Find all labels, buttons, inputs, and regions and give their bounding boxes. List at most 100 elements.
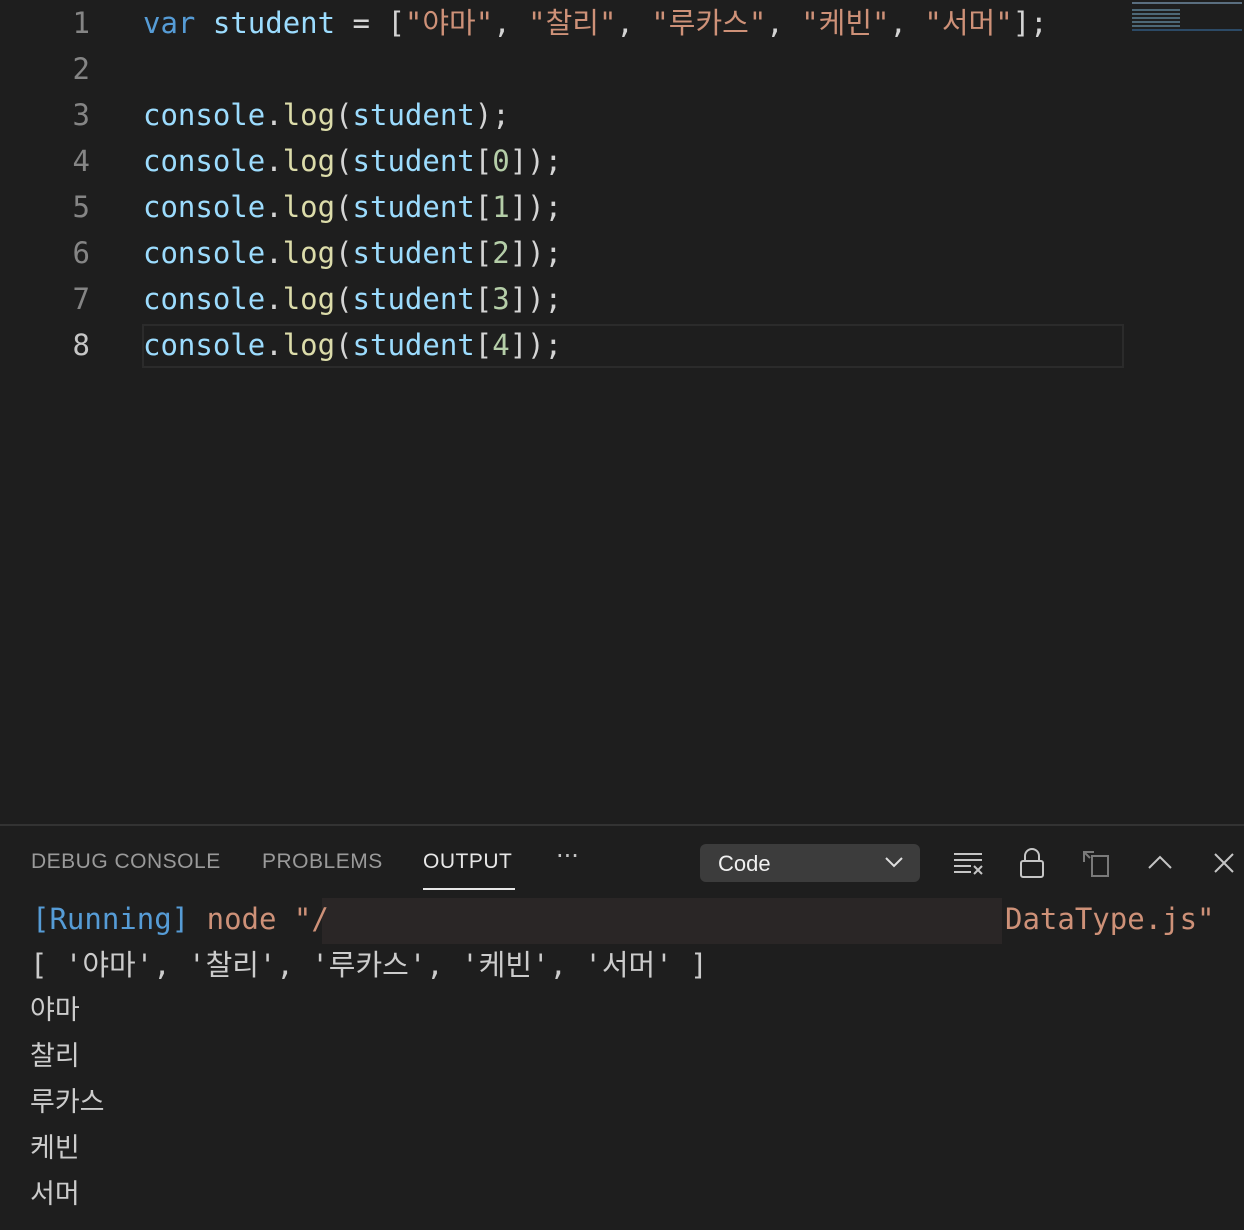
chevron-down-icon bbox=[885, 857, 903, 868]
line-number: 3 bbox=[72, 98, 90, 132]
code-token: student bbox=[352, 328, 475, 362]
code-token: console bbox=[143, 190, 266, 224]
code-editor[interactable]: 1 var student = ["야마", "찰리", "루카스", "케빈",… bbox=[0, 0, 1244, 824]
command-file: DataType.js" bbox=[1005, 902, 1215, 936]
code-token: "서머" bbox=[924, 6, 1013, 40]
code-token: console bbox=[143, 282, 266, 316]
code-token: . bbox=[265, 236, 283, 270]
code-token: 3 bbox=[492, 282, 510, 316]
clear-output-icon[interactable] bbox=[951, 846, 985, 880]
code-text[interactable]: console.log(student[4]); bbox=[143, 322, 562, 368]
output-item: 케빈 bbox=[30, 1133, 80, 1164]
code-token: 4 bbox=[492, 328, 510, 362]
code-text[interactable]: console.log(student[2]); bbox=[143, 230, 562, 276]
code-line[interactable]: 3 console.log(student); bbox=[0, 92, 1130, 138]
code-token: "찰리" bbox=[528, 6, 617, 40]
code-token: console bbox=[143, 328, 266, 362]
minimap-line bbox=[1132, 13, 1180, 15]
code-token: console bbox=[143, 236, 266, 270]
code-token: var bbox=[143, 6, 196, 40]
redacted-path bbox=[322, 898, 1002, 944]
minimap-line bbox=[1132, 21, 1180, 23]
open-in-editor-icon[interactable] bbox=[1080, 846, 1114, 880]
code-token: log bbox=[282, 236, 336, 270]
line-number: 4 bbox=[72, 144, 90, 178]
code-line[interactable]: 6 console.log(student[2]); bbox=[0, 230, 1130, 276]
output-item: 서머 bbox=[30, 1179, 80, 1210]
running-label: [Running] bbox=[32, 902, 190, 936]
code-line[interactable]: 2 bbox=[0, 46, 1130, 92]
tab-problems[interactable]: PROBLEMS bbox=[262, 850, 383, 874]
code-token: ( bbox=[335, 328, 353, 362]
code-token: , bbox=[493, 6, 529, 40]
code-token: ( bbox=[335, 144, 353, 178]
code-line[interactable]: 1 var student = ["야마", "찰리", "루카스", "케빈",… bbox=[0, 0, 1130, 46]
close-panel-icon[interactable] bbox=[1207, 846, 1241, 880]
code-token: [ bbox=[474, 236, 493, 270]
bottom-panel: DEBUG CONSOLE PROBLEMS OUTPUT ··· Code [… bbox=[0, 824, 1244, 1230]
panel-tabs: DEBUG CONSOLE PROBLEMS OUTPUT ··· Code bbox=[0, 826, 1244, 896]
code-token: log bbox=[282, 190, 336, 224]
code-token: , bbox=[889, 6, 925, 40]
line-number: 8 bbox=[72, 328, 90, 362]
code-token: ]); bbox=[509, 236, 563, 270]
line-number: 2 bbox=[72, 52, 90, 86]
code-token: . bbox=[265, 98, 283, 132]
line-number: 7 bbox=[72, 282, 90, 316]
code-text[interactable]: var student = ["야마", "찰리", "루카스", "케빈", … bbox=[143, 0, 1048, 46]
code-line[interactable]: 5 console.log(student[1]); bbox=[0, 184, 1130, 230]
output-item: 루카스 bbox=[30, 1087, 105, 1118]
lock-scroll-icon[interactable] bbox=[1015, 846, 1049, 880]
more-actions-icon[interactable]: ··· bbox=[556, 842, 579, 870]
active-tab-indicator bbox=[423, 888, 515, 890]
code-token: . bbox=[265, 282, 283, 316]
code-token: "루카스" bbox=[651, 6, 767, 40]
code-token: student bbox=[212, 6, 336, 40]
code-text[interactable]: console.log(student); bbox=[143, 92, 510, 138]
code-token: , bbox=[616, 6, 652, 40]
code-token: [ bbox=[474, 282, 493, 316]
code-text[interactable]: console.log(student[3]); bbox=[143, 276, 562, 322]
code-token: log bbox=[282, 144, 336, 178]
code-token: 2 bbox=[492, 236, 510, 270]
code-token: [ bbox=[474, 144, 493, 178]
code-token: student bbox=[352, 190, 475, 224]
code-token: log bbox=[282, 282, 336, 316]
output-item: 찰리 bbox=[30, 1041, 80, 1072]
tab-output[interactable]: OUTPUT bbox=[423, 850, 512, 874]
tab-debug-console[interactable]: DEBUG CONSOLE bbox=[31, 850, 221, 874]
code-token: ( bbox=[335, 282, 353, 316]
code-token: ]); bbox=[509, 190, 563, 224]
code-token: student bbox=[352, 236, 475, 270]
code-token: student bbox=[352, 144, 475, 178]
code-token: "케빈" bbox=[801, 6, 890, 40]
code-token: ( bbox=[335, 98, 353, 132]
code-text[interactable]: console.log(student[0]); bbox=[143, 138, 562, 184]
minimap-line bbox=[1132, 17, 1180, 19]
code-token: console bbox=[143, 144, 266, 178]
code-token: student bbox=[352, 282, 475, 316]
code-token: "야마" bbox=[404, 6, 494, 40]
code-token: ( bbox=[335, 190, 353, 224]
output-channel-select[interactable]: Code bbox=[700, 844, 920, 882]
line-number: 5 bbox=[72, 190, 90, 224]
code-token: ]); bbox=[509, 328, 563, 362]
code-token: = [ bbox=[335, 6, 405, 40]
maximize-panel-icon[interactable] bbox=[1143, 846, 1177, 880]
code-line[interactable]: 8 console.log(student[4]); bbox=[0, 322, 1130, 368]
output-item: 야마 bbox=[30, 995, 80, 1026]
code-line[interactable]: 7 console.log(student[3]); bbox=[0, 276, 1130, 322]
minimap[interactable] bbox=[1130, 0, 1244, 40]
code-token: . bbox=[265, 190, 283, 224]
output-channel-label: Code bbox=[718, 851, 771, 876]
code-token: [ bbox=[474, 190, 493, 224]
command-text: node "/ bbox=[206, 902, 329, 936]
code-token: , bbox=[766, 6, 802, 40]
code-token: ]); bbox=[509, 144, 563, 178]
code-line[interactable]: 4 console.log(student[0]); bbox=[0, 138, 1130, 184]
line-number: 1 bbox=[72, 6, 90, 40]
code-token: student bbox=[352, 98, 475, 132]
minimap-line bbox=[1132, 25, 1180, 27]
code-text[interactable]: console.log(student[1]); bbox=[143, 184, 562, 230]
